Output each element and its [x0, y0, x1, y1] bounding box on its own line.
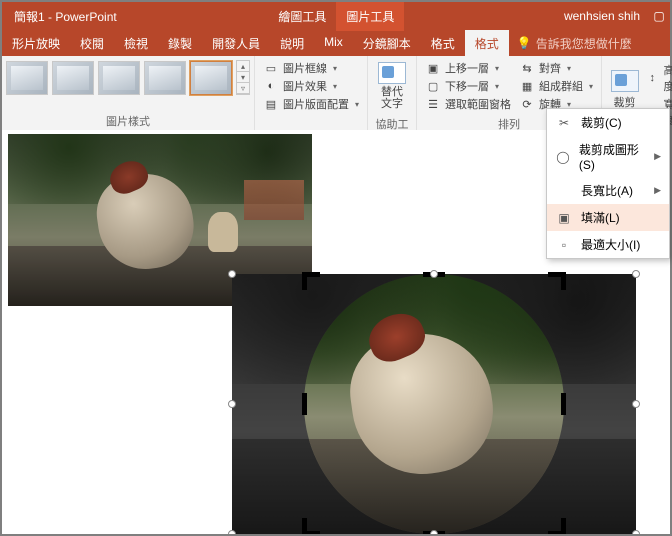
alt-text-icon	[378, 62, 406, 84]
crop-icon: ✂	[555, 115, 573, 131]
height-icon: ↕	[645, 70, 659, 86]
crop-dropdown-menu: ✂裁剪(C) ◯裁剪成圖形(S)▶ 長寬比(A)▶ ▣填滿(L) ▫最適大小(I…	[546, 108, 670, 259]
crop-rectangle[interactable]	[304, 274, 564, 534]
tab-format-drawing[interactable]: 格式	[421, 30, 465, 56]
tell-me[interactable]: 💡 告訴我您想做什麼	[509, 30, 640, 56]
bring-forward-icon: ▣	[425, 60, 441, 76]
effects-icon: ◐	[263, 78, 279, 94]
selection-handle[interactable]	[632, 400, 640, 408]
crop-icon	[611, 70, 639, 92]
menu-aspect-ratio[interactable]: 長寬比(A)▶	[547, 177, 669, 204]
tab-developer[interactable]: 開發人員	[202, 30, 270, 56]
picture-layout-button[interactable]: ▤圖片版面配置▾	[263, 96, 359, 112]
tab-view[interactable]: 檢視	[114, 30, 158, 56]
fit-icon: ▫	[555, 237, 573, 253]
group-picture-adjust: ▭圖片框線▾ ◐圖片效果▾ ▤圖片版面配置▾	[255, 56, 368, 131]
selection-handle[interactable]	[632, 530, 640, 534]
tell-me-label: 告訴我您想做什麼	[536, 35, 632, 52]
aspect-icon	[555, 183, 573, 199]
alt-text-button[interactable]: 替代 文字	[372, 58, 412, 114]
send-backward-icon: ▢	[425, 78, 441, 94]
menu-fit[interactable]: ▫最適大小(I)	[547, 231, 669, 258]
picture-effects-button[interactable]: ◐圖片效果▾	[263, 78, 359, 94]
signed-in-user[interactable]: wenhsien shih	[556, 9, 648, 23]
selection-handle[interactable]	[430, 530, 438, 534]
tab-format-picture[interactable]: 格式	[465, 30, 509, 56]
styles-gallery-expand[interactable]: ▴▾▿	[236, 60, 250, 95]
style-thumb[interactable]	[52, 61, 94, 95]
height-label: 高度:	[664, 62, 672, 94]
tab-storyboard[interactable]: 分鏡腳本	[353, 30, 421, 56]
selection-pane-icon: ☰	[425, 96, 441, 112]
ribbon-tabs: 形片放映 校閱 檢視 錄製 開發人員 說明 Mix 分鏡腳本 格式 格式 💡 告…	[2, 30, 670, 56]
style-thumb[interactable]	[144, 61, 186, 95]
selection-handle[interactable]	[228, 530, 236, 534]
ribbon-display-icon[interactable]: ▢	[648, 9, 670, 23]
group-objects-button[interactable]: ▦組成群組▾	[519, 78, 593, 94]
tab-record[interactable]: 錄製	[158, 30, 202, 56]
tab-review[interactable]: 校閱	[70, 30, 114, 56]
send-backward-button[interactable]: ▢下移一層▾	[425, 78, 511, 94]
menu-fill[interactable]: ▣填滿(L)	[547, 204, 669, 231]
selection-handle[interactable]	[228, 270, 236, 278]
document-title: 簡報1 - PowerPoint	[2, 8, 117, 25]
selection-handle[interactable]	[430, 270, 438, 278]
menu-crop-to-shape[interactable]: ◯裁剪成圖形(S)▶	[547, 136, 669, 177]
align-button[interactable]: ⇆對齊▾	[519, 60, 593, 76]
align-icon: ⇆	[519, 60, 535, 76]
style-thumb[interactable]	[98, 61, 140, 95]
shape-icon: ◯	[555, 149, 571, 165]
picture-border-button[interactable]: ▭圖片框線▾	[263, 60, 359, 76]
border-icon: ▭	[263, 60, 279, 76]
bulb-icon: 💡	[517, 36, 532, 50]
group-icon: ▦	[519, 78, 535, 94]
picture-2-selected[interactable]	[232, 274, 636, 534]
context-tab-picture[interactable]: 圖片工具	[336, 2, 404, 31]
tab-mix[interactable]: Mix	[314, 30, 353, 56]
selection-handle[interactable]	[228, 400, 236, 408]
tab-slideshow[interactable]: 形片放映	[2, 30, 70, 56]
group-accessibility: 替代 文字 協助工具	[368, 56, 417, 131]
style-thumb-selected[interactable]	[190, 61, 232, 95]
title-bar: 簡報1 - PowerPoint 繪圖工具 圖片工具 wenhsien shih…	[2, 2, 670, 30]
layout-icon: ▤	[263, 96, 279, 112]
group-label-styles: 圖片樣式	[6, 111, 250, 131]
selection-pane-button[interactable]: ☰選取範圍窗格	[425, 96, 511, 112]
context-tab-drawing[interactable]: 繪圖工具	[268, 2, 336, 31]
tab-help[interactable]: 說明	[270, 30, 314, 56]
bring-forward-button[interactable]: ▣上移一層▾	[425, 60, 511, 76]
style-thumb[interactable]	[6, 61, 48, 95]
selection-handle[interactable]	[632, 270, 640, 278]
menu-crop[interactable]: ✂裁剪(C)	[547, 109, 669, 136]
fill-icon: ▣	[555, 210, 573, 226]
rotate-icon: ⟳	[519, 96, 535, 112]
group-picture-styles: ▴▾▿ 圖片樣式	[2, 56, 255, 131]
